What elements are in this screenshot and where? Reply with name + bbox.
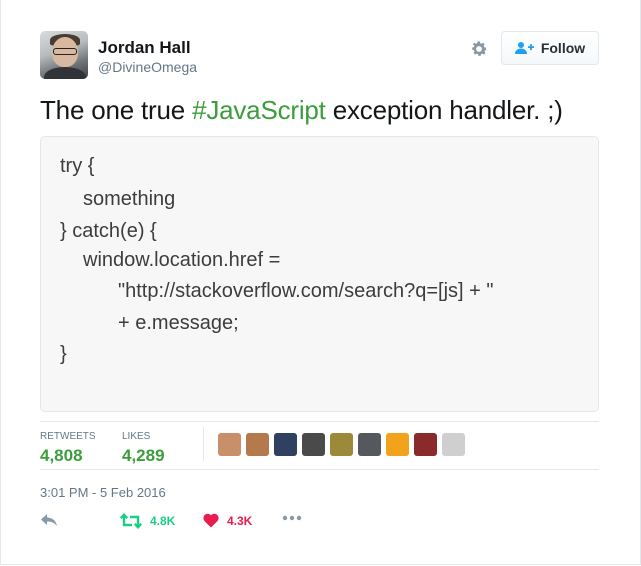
tweet-timestamp[interactable]: 3:01 PM - 5 Feb 2016 [40, 485, 166, 500]
more-button[interactable] [282, 515, 302, 521]
divider [40, 421, 599, 422]
more-icon [282, 515, 302, 521]
add-user-icon [514, 42, 534, 54]
code-line: "http://stackoverflow.com/search?q=[js] … [118, 280, 494, 302]
author-avatar[interactable] [40, 31, 88, 79]
code-line: } [60, 343, 67, 365]
code-line: try { [60, 155, 95, 177]
likes-count[interactable]: 4,289 [122, 446, 165, 466]
stats-separator [203, 427, 204, 461]
retweet-icon [120, 513, 142, 529]
like-button[interactable]: 4.3K [203, 513, 252, 528]
follow-button[interactable]: Follow [501, 31, 599, 65]
retweets-count[interactable]: 4,808 [40, 446, 83, 466]
retweet-button[interactable]: 4.8K [120, 513, 175, 529]
user-avatar-5[interactable] [330, 433, 353, 456]
divider [40, 469, 599, 470]
code-line: } catch(e) { [60, 220, 157, 242]
user-avatar-7[interactable] [386, 433, 409, 456]
code-line: + e.message; [118, 312, 239, 334]
user-avatar-1[interactable] [218, 433, 241, 456]
code-line: window.location.href = [83, 249, 281, 271]
author-name[interactable]: Jordan Hall [98, 38, 191, 58]
user-avatar-3[interactable] [274, 433, 297, 456]
reply-icon [41, 514, 57, 526]
retweets-label[interactable]: RETWEETS [40, 431, 96, 442]
user-avatar-8[interactable] [414, 433, 437, 456]
code-image[interactable]: try { something } catch(e) { window.loca… [40, 136, 599, 412]
liker-avatars [218, 433, 465, 456]
tweet-text-end: exception handler. ;) [325, 95, 563, 125]
user-avatar-6[interactable] [358, 433, 381, 456]
hashtag-link[interactable]: #JavaScript [192, 95, 326, 125]
user-avatar-9[interactable] [442, 433, 465, 456]
user-avatar-2[interactable] [246, 433, 269, 456]
likes-label[interactable]: LIKES [122, 431, 150, 442]
code-line: something [83, 188, 176, 210]
retweet-count: 4.8K [150, 514, 176, 528]
heart-icon [203, 513, 219, 528]
follow-label: Follow [540, 40, 586, 56]
author-handle[interactable]: @DivineOmega [98, 59, 197, 75]
gear-icon[interactable] [469, 39, 489, 59]
like-count: 4.3K [227, 513, 253, 528]
reply-button[interactable] [40, 513, 58, 527]
tweet-text-start: The one true [40, 95, 193, 125]
user-avatar-4[interactable] [302, 433, 325, 456]
tweet-text: The one true #JavaScript exception handl… [40, 95, 563, 126]
